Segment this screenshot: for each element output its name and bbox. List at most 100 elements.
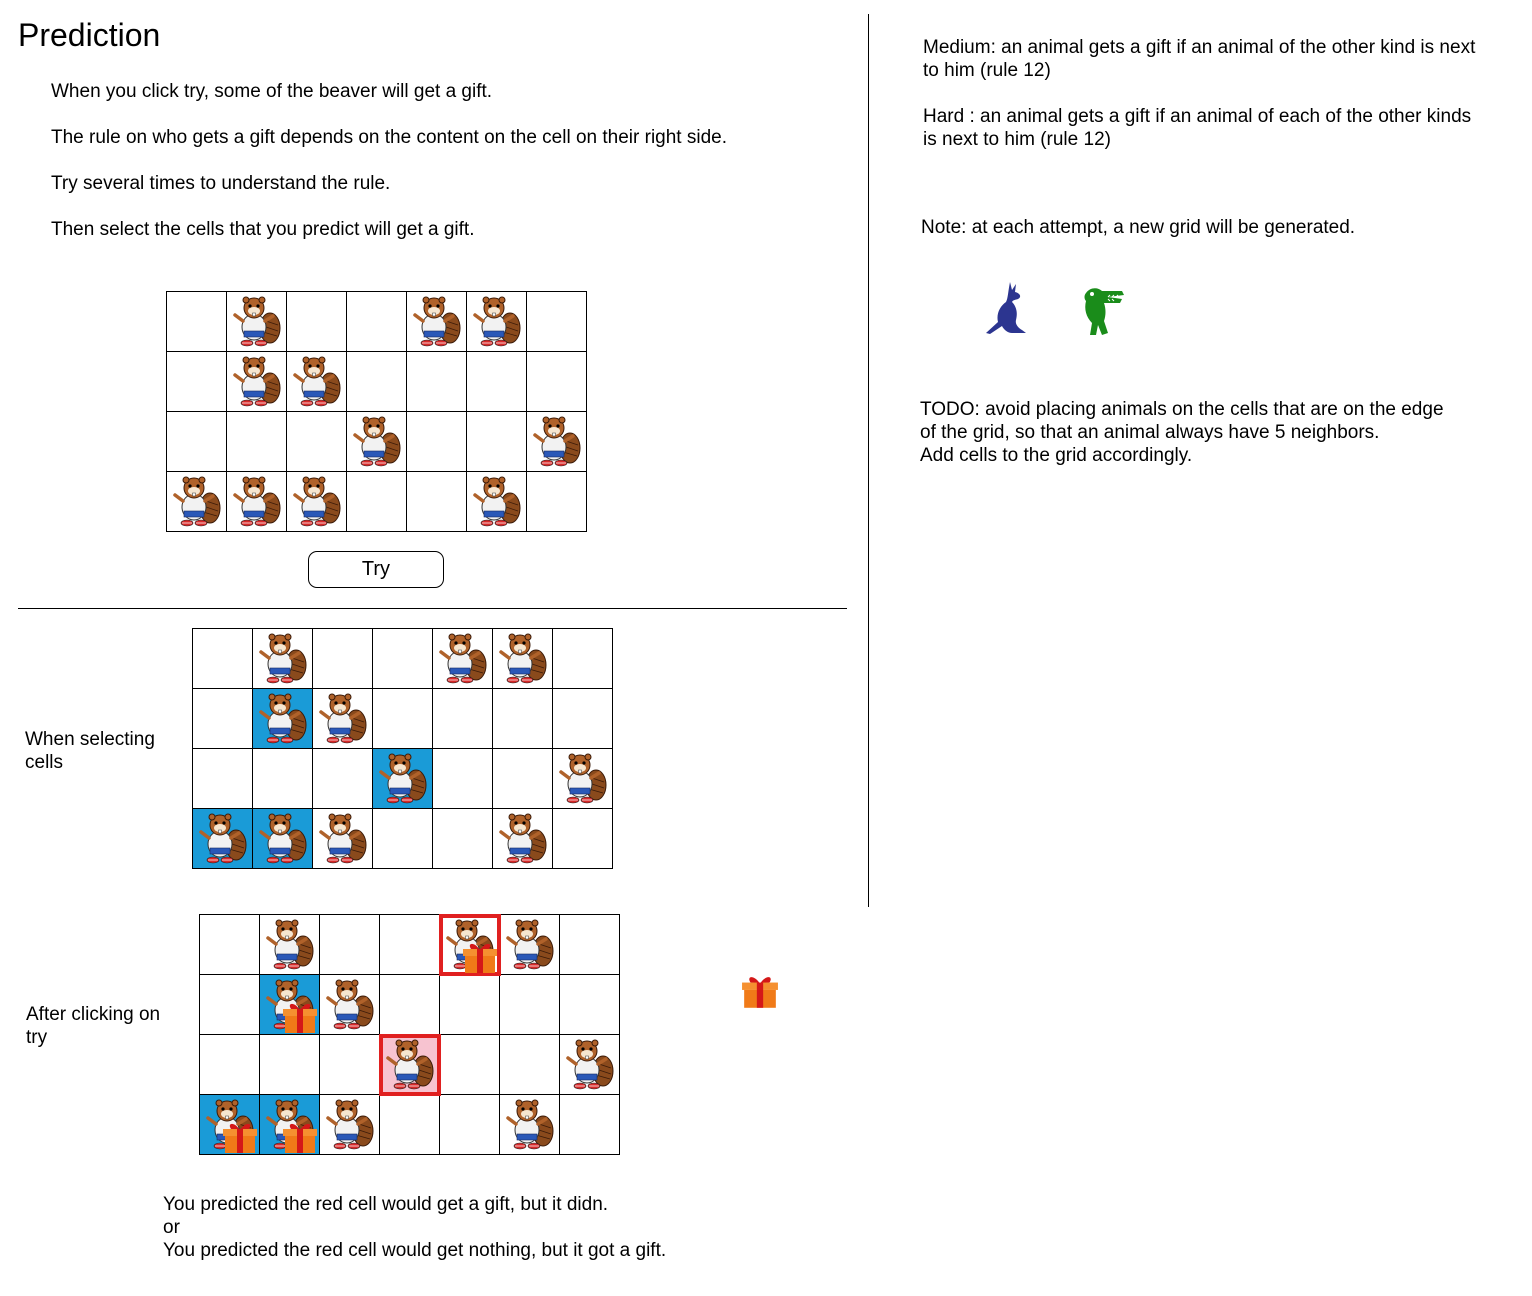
grid-cell (200, 1035, 260, 1095)
grid-cell[interactable] (527, 352, 587, 412)
note-line: TODO: avoid placing animals on the cells… (920, 399, 1444, 420)
label-line: cells (25, 752, 64, 773)
grid-cell (380, 1095, 440, 1155)
grid-cell[interactable] (167, 472, 227, 532)
beaver-icon (385, 1038, 435, 1092)
crocodile-icon (1084, 288, 1124, 335)
after-try-label: After clicking on try (26, 1003, 160, 1049)
grid-cell[interactable] (347, 412, 407, 472)
grid-cell (440, 1035, 500, 1095)
grid-cell (433, 689, 493, 749)
grid-cell (560, 975, 620, 1035)
grid-cell[interactable] (347, 352, 407, 412)
grid-cell[interactable] (227, 412, 287, 472)
difficulty-hard-note: Hard : an animal gets a gift if an anima… (923, 105, 1471, 151)
grid-cell (493, 809, 553, 869)
grid-cell (200, 915, 260, 975)
grid-cell[interactable] (347, 292, 407, 352)
grid-cell[interactable] (227, 472, 287, 532)
note-line: Medium: an animal gets a gift if an anim… (923, 37, 1476, 58)
instruction-text: Then select the cells that you predict w… (51, 219, 475, 240)
grid-cell (373, 809, 433, 869)
gift-icon (741, 973, 779, 1009)
grid-cell (500, 1035, 560, 1095)
grid-cell (320, 915, 380, 975)
instruction-text: When you click try, some of the beaver w… (51, 81, 493, 102)
grid-cell (440, 975, 500, 1035)
difficulty-medium-note: Medium: an animal gets a gift if an anim… (923, 36, 1475, 82)
grid-cell[interactable] (287, 292, 347, 352)
grid-cell[interactable] (467, 412, 527, 472)
grid-cell (253, 629, 313, 689)
grid-cell[interactable] (167, 292, 227, 352)
grid-cell[interactable] (527, 472, 587, 532)
gift-icon (282, 1121, 318, 1153)
grid-cell (193, 749, 253, 809)
attempt-note: Note: at each attempt, a new grid will b… (921, 217, 1356, 238)
grid-cell (493, 689, 553, 749)
grid-cell (493, 749, 553, 809)
beaver-icon (438, 632, 488, 686)
grid-cell (560, 1095, 620, 1155)
grid-cell (560, 1035, 620, 1095)
beaver-icon (498, 812, 548, 866)
beaver-icon (498, 632, 548, 686)
grid-cell[interactable] (287, 472, 347, 532)
grid-cell[interactable] (527, 412, 587, 472)
feedback-line: You predicted the red cell would get a g… (163, 1194, 609, 1215)
grid-cell (500, 1095, 560, 1155)
label-line: After clicking on (26, 1004, 161, 1025)
beaver-icon (352, 415, 402, 469)
beaver-icon (318, 812, 368, 866)
grid-cell[interactable] (467, 292, 527, 352)
beaver-icon (558, 752, 608, 806)
note-line: of the grid, so that an animal always ha… (920, 422, 1380, 443)
grid-cell[interactable] (227, 292, 287, 352)
gift-icon (282, 1001, 318, 1033)
grid-cell (313, 629, 373, 689)
grid-cell (553, 689, 613, 749)
beaver-icon (232, 475, 282, 529)
gift-icon (222, 1121, 258, 1153)
grid-cell[interactable] (347, 472, 407, 532)
grid-cell[interactable] (407, 412, 467, 472)
beaver-icon (472, 295, 522, 349)
grid-cell[interactable] (467, 472, 527, 532)
kangaroo-icon (986, 282, 1026, 334)
grid-cell (313, 749, 373, 809)
feedback-line: You predicted the red cell would get not… (163, 1240, 667, 1261)
beaver-icon (472, 475, 522, 529)
grid-cell (320, 1095, 380, 1155)
grid-cell[interactable] (467, 352, 527, 412)
grid-cell[interactable] (167, 412, 227, 472)
selecting-label: When selecting cells (25, 728, 155, 774)
beaver-icon (532, 415, 582, 469)
try-button[interactable]: Try (308, 551, 444, 588)
grid-cell (433, 629, 493, 689)
grid-cell[interactable] (527, 292, 587, 352)
grid-cell (253, 689, 313, 749)
note-line: Add cells to the grid accordingly. (920, 445, 1193, 466)
grid-cell[interactable] (227, 352, 287, 412)
grid-cell (253, 749, 313, 809)
beaver-icon (232, 295, 282, 349)
grid-cell[interactable] (167, 352, 227, 412)
grid-cell (313, 689, 373, 749)
beaver-icon (565, 1038, 615, 1092)
instruction-text: Try several times to understand the rule… (51, 173, 391, 194)
grid-cell[interactable] (407, 472, 467, 532)
section-divider (18, 608, 847, 609)
grid-cell[interactable] (287, 352, 347, 412)
grid-cell[interactable] (287, 412, 347, 472)
beaver-icon (292, 355, 342, 409)
page-title: Prediction (18, 17, 161, 53)
grid-cell (260, 915, 320, 975)
grid-cell[interactable] (407, 352, 467, 412)
grid-cell (500, 975, 560, 1035)
grid-cell (560, 915, 620, 975)
beaver-icon (232, 355, 282, 409)
beaver-icon (505, 918, 555, 972)
beaver-grid[interactable] (166, 291, 587, 532)
selecting-example-grid (192, 628, 613, 869)
grid-cell[interactable] (407, 292, 467, 352)
